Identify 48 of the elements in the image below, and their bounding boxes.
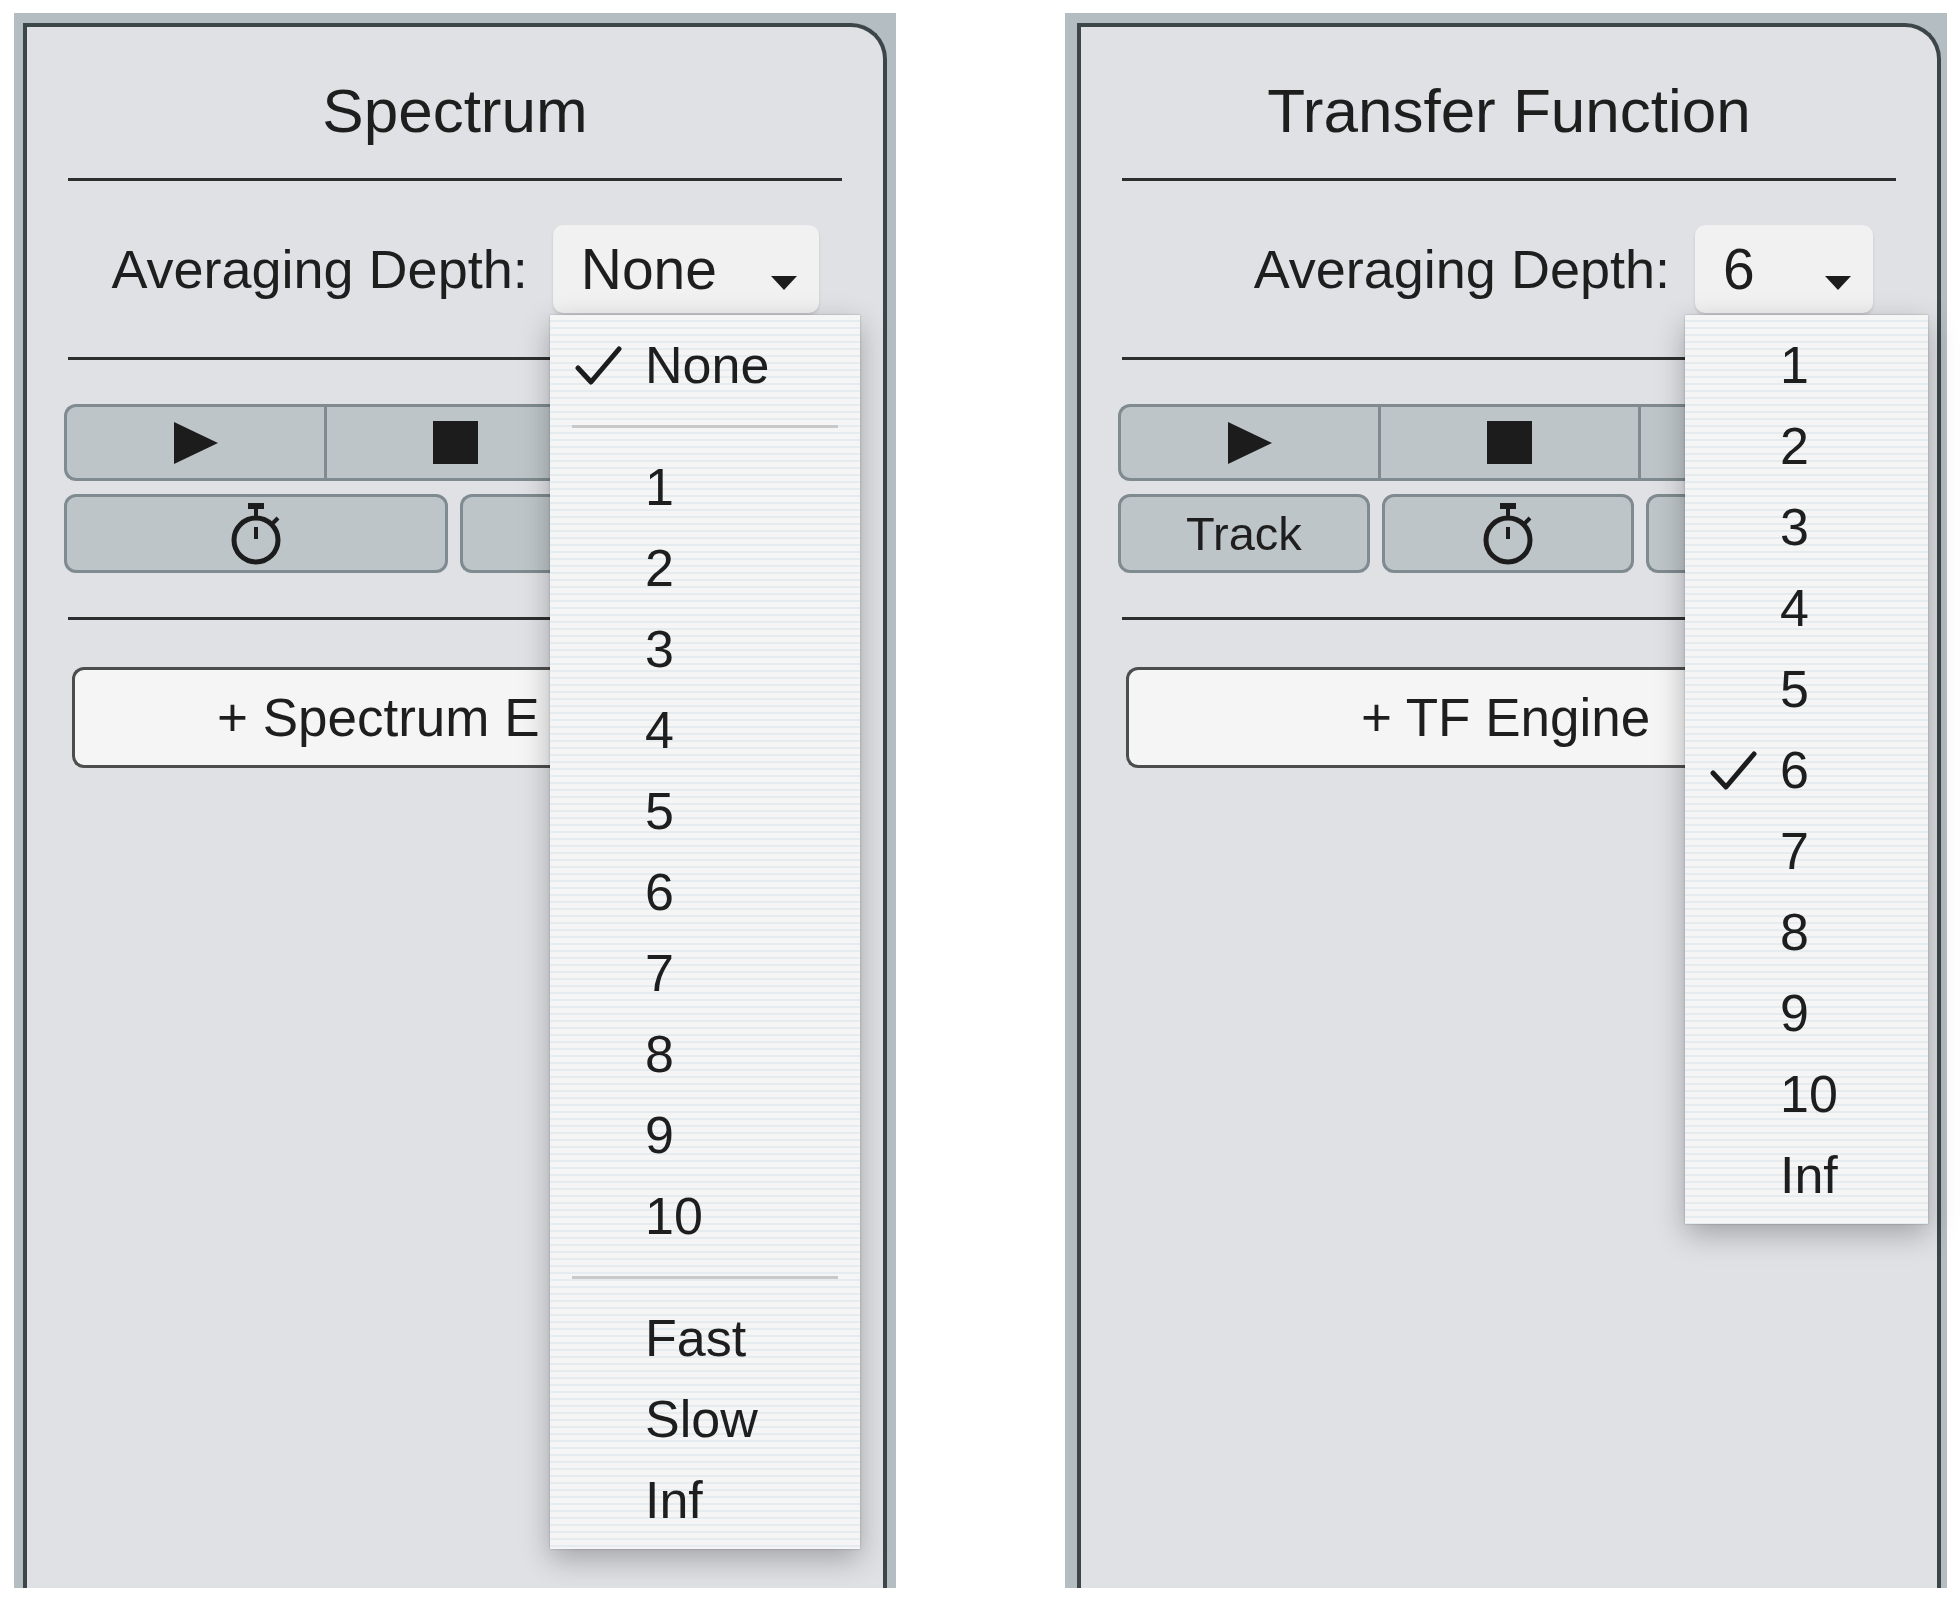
timer-button[interactable] bbox=[1382, 494, 1634, 573]
track-button[interactable]: Track bbox=[1118, 494, 1370, 573]
menu-item[interactable]: 10 bbox=[1685, 1054, 1928, 1135]
menu-item[interactable]: 1 bbox=[550, 447, 860, 528]
add-engine-button[interactable]: + TF Engine bbox=[1126, 667, 1685, 768]
menu-item[interactable]: 6 bbox=[1685, 730, 1928, 811]
menu-item[interactable]: 10 bbox=[550, 1176, 860, 1257]
stop-icon bbox=[1487, 421, 1532, 464]
menu-item[interactable]: 3 bbox=[550, 609, 860, 690]
menu-item[interactable]: Slow bbox=[550, 1379, 860, 1460]
menu-item[interactable]: 4 bbox=[1685, 568, 1928, 649]
stopwatch-icon bbox=[229, 502, 283, 565]
stopwatch-icon bbox=[1481, 502, 1535, 565]
field-label: Averaging Depth: bbox=[111, 238, 528, 301]
play-button[interactable] bbox=[64, 404, 324, 481]
menu-item[interactable]: Inf bbox=[1685, 1135, 1928, 1216]
menu-item[interactable]: None bbox=[550, 325, 860, 406]
play-icon bbox=[173, 421, 218, 464]
menu-item[interactable]: 7 bbox=[1685, 811, 1928, 892]
play-icon bbox=[1227, 421, 1272, 464]
menu-item[interactable]: Fast bbox=[550, 1298, 860, 1379]
caret-icon bbox=[1825, 276, 1851, 290]
menu-item[interactable]: 3 bbox=[1685, 487, 1928, 568]
stop-icon bbox=[433, 421, 478, 464]
panel-title: Transfer Function bbox=[1267, 76, 1751, 146]
averaging-depth-select[interactable]: None bbox=[552, 225, 819, 313]
averaging-depth-select[interactable]: 6 bbox=[1695, 225, 1873, 313]
play-button[interactable] bbox=[1118, 404, 1378, 481]
panel-title: Spectrum bbox=[322, 76, 588, 146]
menu-item[interactable]: 9 bbox=[550, 1095, 860, 1176]
menu-item[interactable]: 5 bbox=[550, 771, 860, 852]
menu-item[interactable]: 2 bbox=[550, 528, 860, 609]
menu-item[interactable]: 2 bbox=[1685, 406, 1928, 487]
menu-item[interactable]: 7 bbox=[550, 933, 860, 1014]
add-engine-button[interactable]: + Spectrum E bbox=[72, 667, 550, 768]
timer-button[interactable] bbox=[64, 494, 448, 573]
menu-item[interactable]: 1 bbox=[1685, 325, 1928, 406]
menu-item[interactable]: 4 bbox=[550, 690, 860, 771]
menu-item[interactable]: Inf bbox=[550, 1460, 860, 1541]
menu-item[interactable]: 8 bbox=[550, 1014, 860, 1095]
menu-item[interactable]: 5 bbox=[1685, 649, 1928, 730]
stop-button[interactable] bbox=[324, 404, 550, 481]
field-label: Averaging Depth: bbox=[1253, 238, 1670, 301]
stop-button[interactable] bbox=[1378, 404, 1638, 481]
menu-item[interactable]: 8 bbox=[1685, 892, 1928, 973]
menu-item[interactable]: 6 bbox=[550, 852, 860, 933]
caret-icon bbox=[771, 276, 797, 290]
menu-item[interactable]: 9 bbox=[1685, 973, 1928, 1054]
